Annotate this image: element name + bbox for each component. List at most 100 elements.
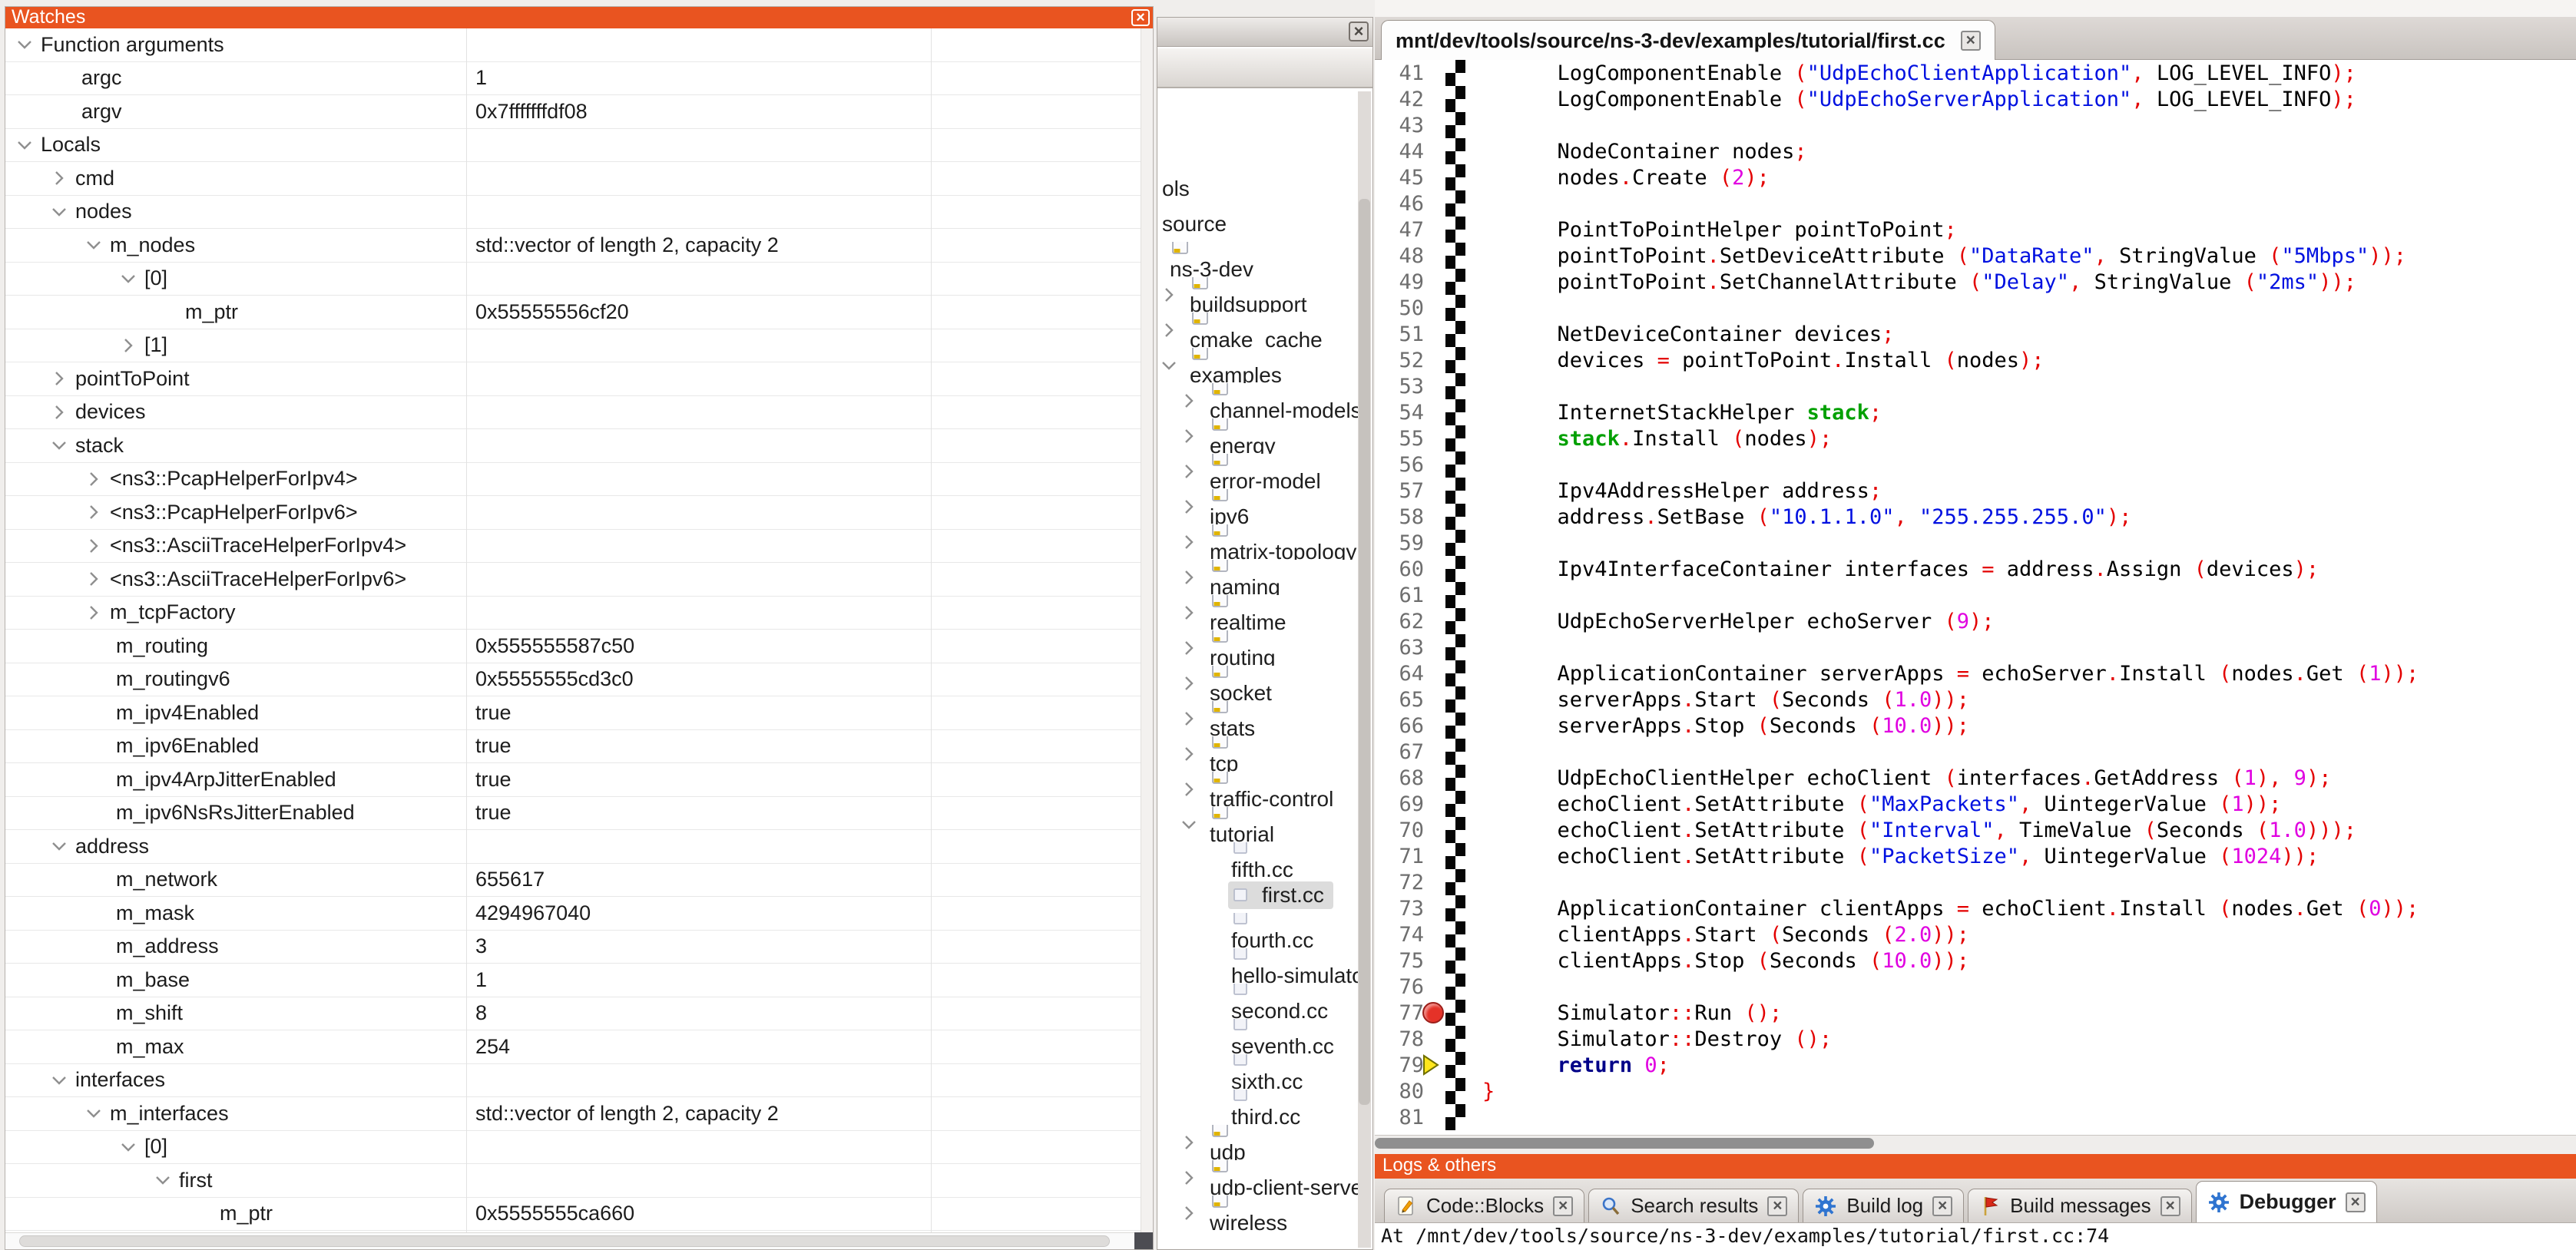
watch-row[interactable]: address <box>5 830 1141 864</box>
watch-value[interactable] <box>475 329 921 362</box>
breakpoint-margin[interactable] <box>1424 974 1445 1000</box>
close-icon[interactable]: × <box>1932 1196 1952 1216</box>
chevron-right-icon[interactable] <box>84 469 104 489</box>
chevron-down-icon[interactable] <box>15 135 35 155</box>
tree-item-error-model[interactable]: error-model <box>1157 454 1359 489</box>
breakpoint-margin[interactable] <box>1424 164 1445 190</box>
code-text[interactable]: NodeContainer nodes; <box>1465 140 1807 164</box>
code-text[interactable]: UdpEchoServerHelper echoServer (9); <box>1465 610 1995 633</box>
log-tab-build-log[interactable]: Build log× <box>1803 1189 1964 1222</box>
watch-value[interactable]: 655617 <box>475 864 921 897</box>
code-line-57[interactable]: 57 Ipv4AddressHelper address; <box>1375 478 2576 504</box>
code-line-42[interactable]: 42 LogComponentEnable ("UdpEchoServerApp… <box>1375 86 2576 112</box>
code-line-67[interactable]: 67 <box>1375 739 2576 765</box>
watch-row[interactable]: m_ipv6Enabledtrue <box>5 730 1141 764</box>
code-line-53[interactable]: 53 <box>1375 373 2576 399</box>
code-text[interactable]: Simulator::Destroy (); <box>1465 1027 1832 1051</box>
watch-value[interactable] <box>475 1164 921 1197</box>
watch-value[interactable] <box>475 496 921 529</box>
tree-item-udp[interactable]: udp <box>1157 1125 1359 1160</box>
chevron-down-icon[interactable] <box>49 1070 69 1090</box>
code-area[interactable]: 41 LogComponentEnable ("UdpEchoClientApp… <box>1375 60 2576 1135</box>
log-tab-debugger[interactable]: Debugger× <box>2196 1181 2377 1222</box>
code-line-49[interactable]: 49 pointToPoint.SetChannelAttribute ("De… <box>1375 269 2576 295</box>
breakpoint-margin[interactable] <box>1424 1026 1445 1052</box>
code-line-54[interactable]: 54 InternetStackHelper stack; <box>1375 399 2576 425</box>
code-text[interactable]: devices = pointToPoint.Install (nodes); <box>1465 349 2045 372</box>
watch-row[interactable]: first <box>5 1164 1141 1198</box>
close-icon[interactable]: × <box>1767 1196 1787 1216</box>
breakpoint-margin[interactable] <box>1424 921 1445 947</box>
code-text[interactable]: Simulator::Run (); <box>1465 1001 1782 1025</box>
watch-value[interactable] <box>475 597 921 630</box>
watch-row[interactable]: m_ptr0x5555555ca660 <box>5 1198 1141 1232</box>
code-line-47[interactable]: 47 PointToPointHelper pointToPoint; <box>1375 217 2576 243</box>
code-line-70[interactable]: 70 echoClient.SetAttribute ("Interval", … <box>1375 817 2576 843</box>
tree-item-tutorial[interactable]: tutorial <box>1157 807 1359 842</box>
watch-row[interactable]: <ns3::PcapHelperForIpv4> <box>5 463 1141 497</box>
code-line-59[interactable]: 59 <box>1375 530 2576 556</box>
watch-value[interactable] <box>475 396 921 429</box>
watch-value[interactable] <box>475 1064 921 1097</box>
breakpoint-margin[interactable] <box>1424 243 1445 269</box>
code-line-79[interactable]: 79 return 0; <box>1375 1052 2576 1078</box>
code-text[interactable]: UdpEchoClientHelper echoClient (interfac… <box>1465 766 2331 790</box>
watch-row[interactable]: <ns3::AsciiTraceHelperForIpv4> <box>5 530 1141 564</box>
tree-item-second-cc[interactable]: second.cc <box>1157 984 1359 1019</box>
watch-row[interactable]: argv0x7fffffffdf08 <box>5 95 1141 129</box>
code-text[interactable]: LogComponentEnable ("UdpEchoServerApplic… <box>1465 88 2356 111</box>
watches-horizontal-scrollbar[interactable] <box>5 1232 1153 1249</box>
close-icon[interactable]: × <box>1961 31 1981 51</box>
code-text[interactable]: echoClient.SetAttribute ("PacketSize", U… <box>1465 845 2319 868</box>
code-text[interactable]: serverApps.Stop (Seconds (10.0)); <box>1465 714 1969 738</box>
breakpoint-margin[interactable] <box>1424 217 1445 243</box>
breakpoint-margin[interactable] <box>1424 608 1445 634</box>
code-text[interactable]: clientApps.Stop (Seconds (10.0)); <box>1465 949 1969 973</box>
watch-row[interactable]: Locals <box>5 129 1141 163</box>
breakpoint-margin[interactable] <box>1424 112 1445 138</box>
chevron-right-icon[interactable] <box>1179 567 1199 587</box>
code-line-77[interactable]: 77 Simulator::Run (); <box>1375 1000 2576 1026</box>
code-text[interactable]: } <box>1465 1080 1495 1103</box>
code-line-44[interactable]: 44 NodeContainer nodes; <box>1375 138 2576 164</box>
breakpoint-margin[interactable] <box>1424 817 1445 843</box>
tree-item-stats[interactable]: stats <box>1157 701 1359 736</box>
close-icon[interactable]: × <box>1553 1196 1573 1216</box>
files-vertical-scrollbar[interactable] <box>1358 91 1371 1248</box>
code-text[interactable]: return 0; <box>1465 1053 1670 1077</box>
code-line-74[interactable]: 74 clientApps.Start (Seconds (2.0)); <box>1375 921 2576 947</box>
code-line-69[interactable]: 69 echoClient.SetAttribute ("MaxPackets"… <box>1375 791 2576 817</box>
tree-item-udp-client-server[interactable]: udp-client-server <box>1157 1160 1359 1195</box>
chevron-down-icon[interactable] <box>49 202 69 222</box>
chevron-right-icon[interactable] <box>1159 285 1179 305</box>
chevron-right-icon[interactable] <box>1179 709 1199 729</box>
chevron-right-icon[interactable] <box>1179 744 1199 764</box>
code-line-45[interactable]: 45 nodes.Create (2); <box>1375 164 2576 190</box>
watch-value[interactable] <box>475 196 921 229</box>
chevron-right-icon[interactable] <box>1179 638 1199 658</box>
code-line-50[interactable]: 50 <box>1375 295 2576 321</box>
watch-value[interactable]: 0x55555556cf20 <box>475 296 921 329</box>
watch-value[interactable]: 4294967040 <box>475 897 921 930</box>
code-text[interactable]: serverApps.Start (Seconds (1.0)); <box>1465 688 1969 712</box>
chevron-right-icon[interactable] <box>1179 391 1199 411</box>
tree-item-wireless[interactable]: wireless <box>1157 1195 1359 1231</box>
breakpoint-margin[interactable] <box>1424 1104 1445 1130</box>
chevron-right-icon[interactable] <box>84 502 104 522</box>
code-line-72[interactable]: 72 <box>1375 869 2576 895</box>
code-line-52[interactable]: 52 devices = pointToPoint.Install (nodes… <box>1375 347 2576 373</box>
watch-value[interactable] <box>475 429 921 462</box>
code-line-65[interactable]: 65 serverApps.Start (Seconds (1.0)); <box>1375 686 2576 713</box>
code-text[interactable]: PointToPointHelper pointToPoint; <box>1465 218 1957 242</box>
breakpoint-margin[interactable] <box>1424 582 1445 608</box>
code-text[interactable]: pointToPoint.SetChannelAttribute ("Delay… <box>1465 270 2356 294</box>
tree-item-third-cc[interactable]: third.cc <box>1157 1090 1359 1125</box>
close-icon[interactable]: × <box>2160 1196 2180 1216</box>
chevron-right-icon[interactable] <box>1179 1133 1199 1152</box>
breakpoint-margin[interactable] <box>1424 347 1445 373</box>
tree-item-socket[interactable]: socket <box>1157 666 1359 701</box>
watch-value[interactable]: 1 <box>475 964 921 997</box>
watch-value[interactable]: true <box>475 696 921 729</box>
code-line-56[interactable]: 56 <box>1375 451 2576 478</box>
watches-column-separator[interactable] <box>466 28 467 1232</box>
